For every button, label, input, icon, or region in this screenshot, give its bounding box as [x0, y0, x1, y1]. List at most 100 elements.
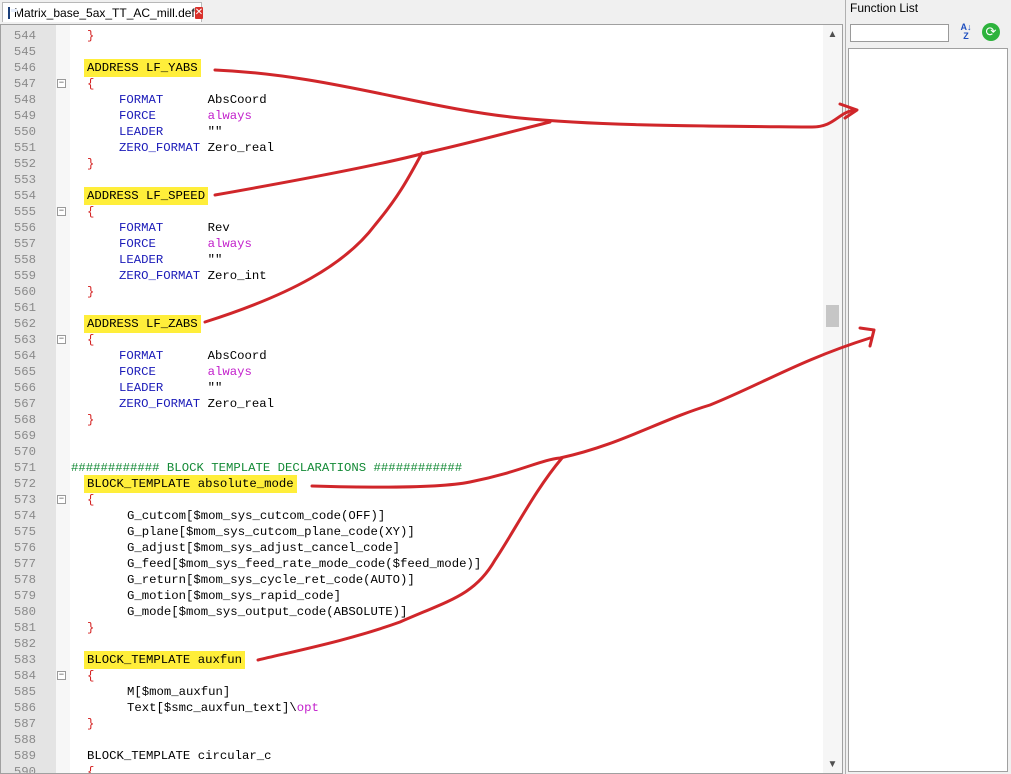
code-line[interactable]: 545 [1, 44, 823, 60]
scrollbar-thumb[interactable] [826, 305, 839, 327]
code-text: G_feed[$mom_sys_feed_rate_mode_code($fee… [127, 556, 481, 572]
code-line[interactable]: 552} [1, 156, 823, 172]
code-line[interactable]: 578 G_return[$mom_sys_cycle_ret_code(AUTO… [1, 572, 823, 588]
code-line[interactable]: 587} [1, 716, 823, 732]
code-line[interactable]: 583 BLOCK_TEMPLATE auxfun [1, 651, 823, 669]
code-token: { [87, 77, 95, 91]
chevron-down-icon[interactable]: ▼ [823, 757, 842, 773]
code-line[interactable]: 590 { [1, 764, 823, 773]
code-line[interactable]: 547 − { [1, 76, 823, 92]
code-line[interactable]: 559 ZERO_FORMAT Zero_int [1, 268, 823, 284]
code-line[interactable]: 546 ADDRESS LF_YABS [1, 59, 823, 77]
code-line[interactable]: 569 [1, 428, 823, 444]
code-line[interactable]: 588 [1, 732, 823, 748]
line-number: 552 [13, 157, 36, 171]
code-line[interactable]: 582 [1, 636, 823, 652]
code-token: G_adjust[$mom_sys_adjust_cancel_code] [127, 541, 401, 555]
code-line[interactable]: 549 FORCE always [1, 108, 823, 124]
code-line[interactable]: 568} [1, 412, 823, 428]
line-number: 574 [13, 509, 36, 523]
code-line[interactable]: 572 BLOCK_TEMPLATE absolute_mode [1, 475, 823, 493]
sort-az-icon[interactable]: A↓ Z [957, 23, 975, 41]
code-text: { [87, 492, 94, 508]
fold-toggle-icon[interactable]: − [57, 79, 66, 88]
line-number: 560 [13, 285, 36, 299]
code-token: ZERO_FORMAT [119, 397, 208, 411]
code-token: G_mode[$mom_sys_output_code(ABSOLUTE)] [127, 605, 408, 619]
code-token: FORMAT [119, 349, 208, 363]
highlighted-token: BLOCK_TEMPLATE auxfun [84, 651, 245, 669]
function-list-title: Function List [850, 1, 919, 15]
code-line[interactable]: 550 LEADER "" [1, 124, 823, 140]
code-line[interactable]: 563 − { [1, 332, 823, 348]
code-line[interactable]: 581} [1, 620, 823, 636]
code-line[interactable]: 576 G_adjust[$mom_sys_adjust_cancel_code] [1, 540, 823, 556]
code-line[interactable]: 551 ZERO_FORMAT Zero_real [1, 140, 823, 156]
line-number: 581 [13, 621, 36, 635]
code-line[interactable]: 554 ADDRESS LF_SPEED [1, 187, 823, 205]
code-token: ZERO_FORMAT [119, 269, 208, 283]
code-line[interactable]: 564 FORMAT AbsCoord [1, 348, 823, 364]
code-line[interactable]: 560} [1, 284, 823, 300]
line-number: 550 [13, 125, 36, 139]
code-line[interactable]: 570 [1, 444, 823, 460]
fold-toggle-icon[interactable]: − [57, 671, 66, 680]
fold-toggle-icon[interactable]: − [57, 207, 66, 216]
line-number: 573 [13, 493, 36, 507]
line-number: 586 [13, 701, 36, 715]
code-line[interactable]: 558 LEADER "" [1, 252, 823, 268]
code-line[interactable]: 586 Text[$smc_auxfun_text]\opt [1, 700, 823, 716]
code-token: AbsCoord [207, 93, 267, 107]
code-token: "" [207, 253, 223, 267]
code-line[interactable]: 553 [1, 172, 823, 188]
vertical-scrollbar[interactable]: ▲ ▼ [823, 25, 842, 773]
code-line[interactable]: 577 G_feed[$mom_sys_feed_rate_mode_code($… [1, 556, 823, 572]
function-tree[interactable] [848, 48, 1008, 772]
fold-toggle-icon[interactable]: − [57, 495, 66, 504]
code-token: Zero_real [207, 397, 274, 411]
code-line[interactable]: 573 − { [1, 492, 823, 508]
code-text: { [87, 332, 94, 348]
line-number: 568 [13, 413, 36, 427]
code-line[interactable]: 565 FORCE always [1, 364, 823, 380]
code-text: ZERO_FORMAT Zero_real [119, 140, 274, 156]
code-line[interactable]: 567 ZERO_FORMAT Zero_real [1, 396, 823, 412]
close-icon[interactable]: ✕ [194, 6, 204, 19]
code-text: FORMAT AbsCoord [119, 92, 267, 108]
code-line[interactable]: 544} [1, 28, 823, 44]
code-line[interactable]: 575 G_plane[$mom_sys_cutcom_plane_code(XY… [1, 524, 823, 540]
code-text: Text[$smc_auxfun_text]\opt [127, 700, 319, 716]
code-token: "" [207, 125, 223, 139]
code-token: G_return[$mom_sys_cycle_ret_code(AUTO)] [127, 573, 415, 587]
fold-toggle-icon[interactable]: − [57, 335, 66, 344]
chevron-up-icon[interactable]: ▲ [823, 27, 842, 43]
code-token: { [87, 333, 95, 347]
highlighted-token: ADDRESS LF_YABS [84, 59, 201, 77]
code-line[interactable]: 574 G_cutcom[$mom_sys_cutcom_code(OFF)] [1, 508, 823, 524]
code-token: { [87, 493, 95, 507]
code-line[interactable]: 562 ADDRESS LF_ZABS [1, 315, 823, 333]
code-token: FORMAT [119, 221, 208, 235]
code-token: } [87, 717, 95, 731]
code-line[interactable]: 566 LEADER "" [1, 380, 823, 396]
code-text: { [87, 76, 94, 92]
line-number: 587 [13, 717, 36, 731]
code-line[interactable]: 556 FORMAT Rev [1, 220, 823, 236]
code-line[interactable]: 555 − { [1, 204, 823, 220]
code-line[interactable]: 589 BLOCK_TEMPLATE circular_c [1, 748, 823, 764]
code-text: G_adjust[$mom_sys_adjust_cancel_code] [127, 540, 400, 556]
code-line[interactable]: 584 − { [1, 668, 823, 684]
code-line[interactable]: 585 M[$mom_auxfun] [1, 684, 823, 700]
function-search-input[interactable] [850, 24, 949, 42]
reload-icon[interactable]: ⟳ [982, 23, 1000, 41]
code-line[interactable]: 580 G_mode[$mom_sys_output_code(ABSOLUTE)… [1, 604, 823, 620]
code-line[interactable]: 579 G_motion[$mom_sys_rapid_code] [1, 588, 823, 604]
code-token: FORMAT [119, 93, 208, 107]
code-line[interactable]: 561 [1, 300, 823, 316]
code-editor[interactable]: 544} 545 546 ADDRESS LF_YABS 547−{548 FORMAT … [0, 24, 843, 774]
code-line[interactable]: 557 FORCE always [1, 236, 823, 252]
file-tab[interactable]: Matrix_base_5ax_TT_AC_mill.def ✕ [2, 2, 204, 22]
code-line[interactable]: 548 FORMAT AbsCoord [1, 92, 823, 108]
code-text: ADDRESS LF_YABS [84, 59, 201, 77]
code-line[interactable]: 571 ############ BLOCK TEMPLATE DECLARATI… [1, 460, 823, 476]
